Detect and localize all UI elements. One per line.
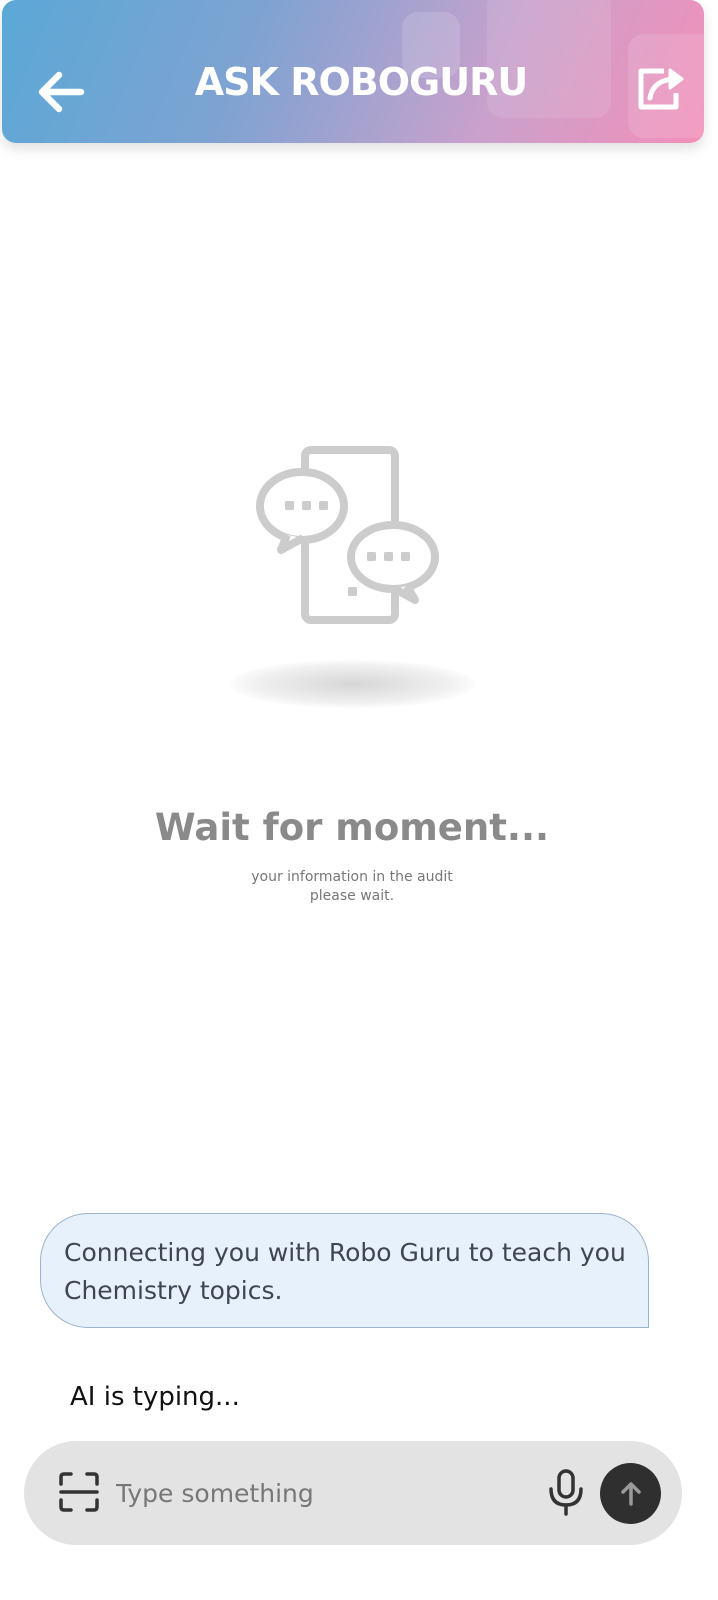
phone-chat-bubbles-icon	[256, 446, 439, 624]
loading-title: Wait for moment...	[154, 806, 550, 849]
bot-message-bubble: Connecting you with Robo Guru to teach y…	[40, 1213, 649, 1328]
loading-subtitle: your information in the audit please wai…	[0, 868, 704, 906]
scan-button[interactable]	[58, 1471, 100, 1513]
arrow-up-icon	[620, 1481, 641, 1506]
app-header: ASK ROBOGURU	[2, 0, 704, 143]
illustration-shadow	[230, 660, 475, 708]
typing-indicator: AI is typing...	[70, 1382, 240, 1412]
microphone-button[interactable]	[546, 1469, 586, 1519]
loading-subtitle-line: please wait.	[309, 888, 395, 904]
share-button[interactable]	[632, 60, 692, 116]
loading-subtitle-line: your information in the audit	[251, 869, 453, 885]
send-button[interactable]	[600, 1463, 661, 1524]
page-title: ASK ROBOGURU	[194, 60, 528, 104]
microphone-icon	[549, 1469, 583, 1516]
share-icon	[638, 68, 684, 110]
scan-icon	[59, 1472, 99, 1512]
message-composer	[24, 1441, 682, 1545]
message-input[interactable]	[116, 1469, 516, 1517]
